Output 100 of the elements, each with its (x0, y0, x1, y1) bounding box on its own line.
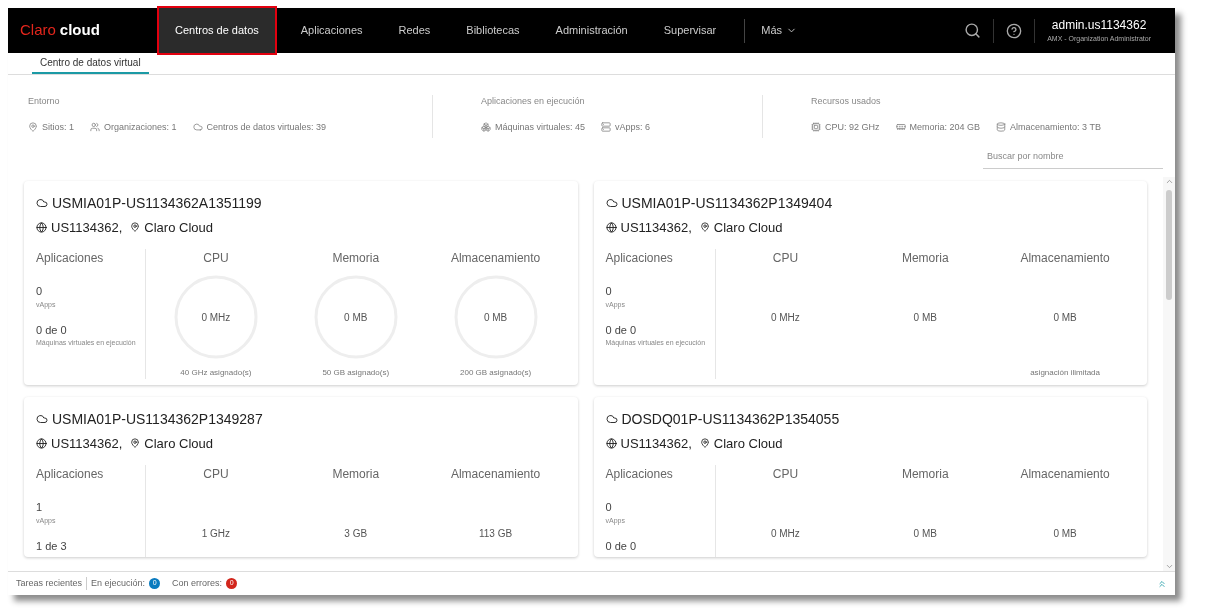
cloud-icon (36, 197, 48, 209)
org-name: US1134362, (620, 434, 692, 453)
allocation-text: 40 GHz asignado(s) (180, 367, 252, 379)
site-name: Claro Cloud (144, 434, 213, 453)
apps-heading: Aplicaciones (36, 250, 105, 267)
summary-stat: Almacenamiento: 3 TB (1010, 120, 1101, 134)
nav-tab[interactable]: Centros de datos (157, 6, 277, 55)
card-title[interactable]: USMIA01P-US1134362P1349404 (621, 192, 833, 214)
vapps-count: 0 (605, 284, 613, 299)
globe-icon (36, 437, 47, 449)
expand-icon[interactable] (1157, 578, 1167, 589)
org-name: US1134362, (620, 218, 692, 237)
resource-heading: CPU (203, 250, 229, 267)
resource-heading: Memoria (901, 466, 949, 483)
pin-icon (28, 122, 38, 133)
site-name: Claro Cloud (713, 434, 783, 453)
resource-value: 0 MHz (770, 310, 800, 325)
resource-heading: Almacenamiento (1020, 250, 1110, 267)
site-name: Claro Cloud (144, 218, 213, 237)
scrollbar[interactable] (1163, 176, 1175, 571)
card-title[interactable]: USMIA01P-US1134362P1349287 (52, 408, 263, 430)
resource-value: 0 MB (344, 310, 368, 325)
more-menu[interactable]: Más (753, 22, 806, 39)
pin-icon (699, 222, 710, 233)
resource-value: 0 MHz (770, 526, 800, 541)
resource-value: 1 GHz (201, 526, 231, 541)
vdc-card[interactable] (24, 180, 578, 385)
resource-heading: CPU (772, 466, 799, 483)
resource-heading: Almacenamiento (450, 250, 541, 267)
nav-tab[interactable]: Aplicaciones (284, 8, 379, 53)
nav-tab[interactable]: Supervisar (647, 8, 733, 53)
vm-count: 1 de 3 (36, 539, 68, 554)
cloud-icon (605, 197, 618, 209)
pin-icon (699, 438, 710, 449)
resource-value: 0 MB (483, 310, 508, 325)
resource-heading: Almacenamiento (450, 466, 541, 483)
allocation-text: 200 GB asignado(s) (460, 367, 532, 379)
site-name: Claro Cloud (713, 218, 783, 237)
nav-tab[interactable]: Administración (539, 8, 644, 53)
allocation-text: 50 GB asignado(s) (322, 367, 390, 379)
resource-value: 113 GB (479, 526, 513, 541)
cloud-icon (605, 413, 618, 425)
pin-icon (130, 222, 141, 233)
resource-heading: CPU (203, 466, 229, 483)
memory-icon (895, 122, 906, 133)
org-name: US1134362, (51, 434, 123, 453)
running-label: En ejecución: (91, 576, 146, 590)
errors-label: Con errores: (172, 576, 223, 590)
boxes-icon (481, 122, 491, 133)
resource-heading: CPU (772, 250, 799, 267)
resource-value: 0 MB (1053, 526, 1077, 541)
vm-count: 0 de 0 (605, 539, 638, 554)
resource-heading: Almacenamiento (1020, 466, 1110, 483)
globe-icon (605, 437, 617, 449)
resource-value: 0 MB (913, 310, 937, 325)
card-title[interactable]: USMIA01P-US1134362A1351199 (52, 192, 262, 214)
brand-logo[interactable]: Claro cloud (20, 19, 157, 42)
vm-count: 0 de 0 (36, 323, 68, 338)
summary-stat: vApps: 6 (615, 120, 651, 134)
globe-icon (36, 221, 47, 233)
summary-stat: CPU: 92 GHz (825, 120, 880, 134)
resource-heading: Memoria (332, 466, 380, 483)
summary-heading: Recursos usados (811, 95, 882, 108)
pin-icon (130, 438, 141, 449)
summary-stat: Memoria: 204 GB (909, 120, 981, 134)
apps-heading: Aplicaciones (605, 466, 674, 483)
summary-stat: Sitios: 1 (42, 120, 74, 134)
apps-heading: Aplicaciones (36, 466, 105, 483)
card-title[interactable]: DOSDQ01P-US1134362P1354055 (621, 408, 840, 430)
resource-value: 3 GB (344, 526, 368, 541)
resource-heading: Memoria (901, 250, 949, 267)
nav-tab[interactable]: Redes (382, 8, 447, 53)
summary-heading: Entorno (28, 95, 61, 108)
recent-tasks-label[interactable]: Tareas recientes (16, 576, 88, 591)
sub-tab[interactable]: Centro de datos virtual (32, 55, 149, 74)
nav-tab[interactable]: Bibliotecas (450, 8, 536, 53)
cloud-icon (192, 122, 203, 133)
search-icon[interactable] (964, 22, 982, 39)
vapps-count: 0 (605, 500, 613, 515)
help-icon[interactable] (1006, 22, 1023, 39)
resource-heading: Memoria (332, 250, 380, 267)
org-name: US1134362, (51, 218, 123, 237)
resource-value: 0 MB (913, 526, 937, 541)
chip-icon (811, 122, 821, 133)
resource-value: 0 MHz (201, 310, 231, 325)
server-icon (601, 122, 612, 133)
cloud-icon (36, 413, 48, 425)
people-icon (90, 122, 100, 133)
summary-stat: Máquinas virtuales: 45 (495, 120, 586, 134)
vapps-count: 0 (36, 284, 44, 299)
summary-heading: Aplicaciones en ejecución (481, 95, 586, 108)
apps-heading: Aplicaciones (605, 250, 674, 267)
globe-icon (605, 221, 617, 233)
resource-value: 0 MB (1053, 310, 1077, 325)
search-field[interactable]: Buscar por nombre (983, 150, 1163, 169)
summary-stat: Organizaciones: 1 (104, 120, 177, 134)
vm-count: 0 de 0 (605, 323, 638, 338)
summary-stat: Centros de datos virtuales: 39 (206, 120, 327, 134)
allocation-text: asignación ilimitada (1030, 367, 1100, 379)
scroll-down-icon (1164, 562, 1174, 571)
